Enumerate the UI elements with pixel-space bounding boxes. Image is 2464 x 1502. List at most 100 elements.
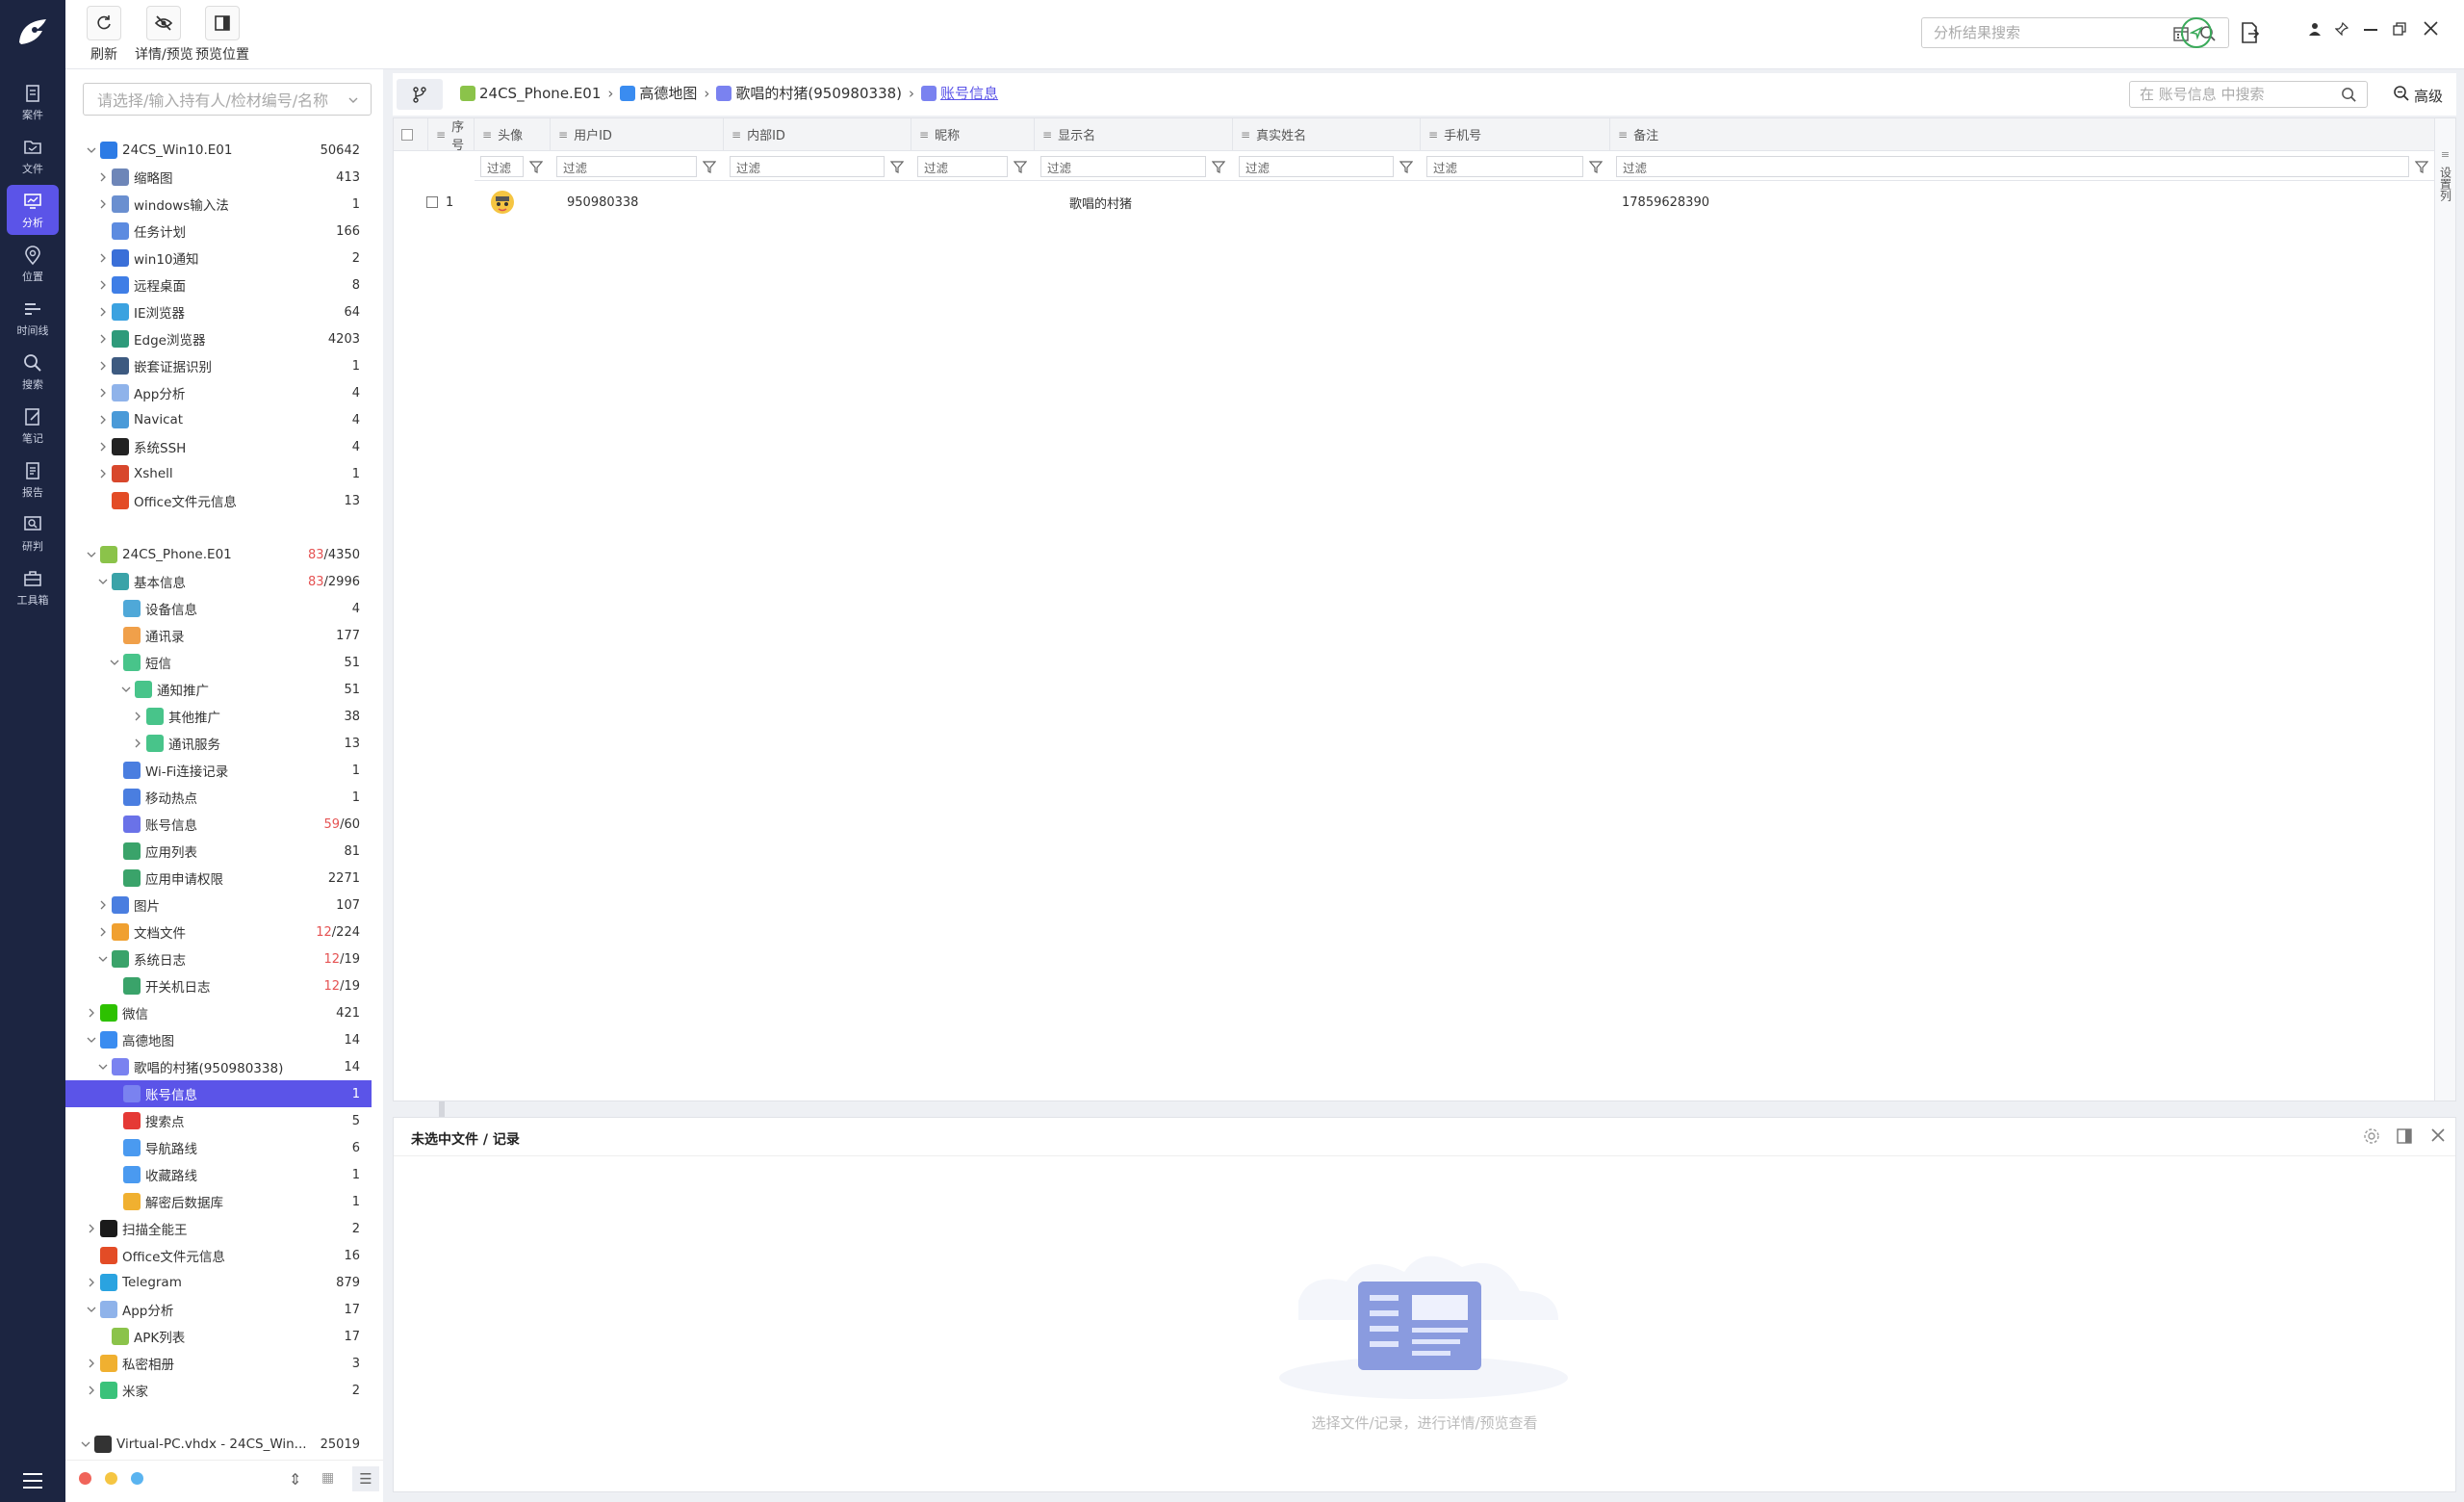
user-icon[interactable]	[2308, 21, 2322, 39]
chevron-right-icon[interactable]	[85, 1357, 98, 1370]
chevron-down-icon[interactable]	[96, 952, 110, 966]
chevron-right-icon[interactable]	[96, 251, 110, 265]
breadcrumb-item[interactable]: 歌唱的村猪(950980338)	[716, 83, 902, 103]
tree-item[interactable]: 私密相册 3	[65, 1350, 372, 1377]
row-checkbox[interactable]	[426, 188, 438, 217]
tree-item[interactable]: App分析 4	[65, 379, 372, 406]
rail-item-note[interactable]: 笔记	[7, 401, 59, 451]
tree-item[interactable]: Office文件元信息 16	[65, 1242, 372, 1269]
tree-item[interactable]: 高德地图 14	[65, 1026, 372, 1053]
tree-item[interactable]: 导航路线 6	[65, 1134, 372, 1161]
tree-item[interactable]: 米家 2	[65, 1377, 372, 1404]
layout-panel-icon[interactable]	[2396, 1127, 2413, 1149]
rail-item-report[interactable]: 报告	[7, 454, 59, 505]
tree-item[interactable]: 应用列表 81	[65, 838, 372, 865]
tree-item[interactable]: windows输入法 1	[65, 191, 372, 218]
chevron-right-icon[interactable]	[85, 1384, 98, 1397]
tree-item[interactable]: Office文件元信息 13	[65, 487, 372, 514]
tree-item[interactable]: 短信 51	[65, 649, 372, 676]
chevron-down-icon[interactable]	[85, 1303, 98, 1316]
table-search-input[interactable]	[2130, 82, 2323, 107]
advanced-search-button[interactable]: 高级	[2393, 85, 2443, 106]
rail-item-judge[interactable]: 研判	[7, 508, 59, 558]
tree-item[interactable]: IE浏览器 64	[65, 298, 372, 325]
tree-item[interactable]: 基本信息 83/2996	[65, 568, 372, 595]
tree-item[interactable]: Wi-Fi连接记录 1	[65, 757, 372, 784]
chevron-right-icon[interactable]	[96, 170, 110, 184]
chevron-right-icon[interactable]	[96, 197, 110, 211]
chevron-down-icon[interactable]	[108, 656, 121, 669]
tree-item[interactable]: 24CS_Phone.E01 83/4350	[65, 541, 372, 568]
tree-item[interactable]: APK列表 17	[65, 1323, 372, 1350]
export-icon[interactable]	[2239, 21, 2260, 48]
breadcrumb-item[interactable]: 24CS_Phone.E01	[460, 85, 601, 102]
list-view-icon[interactable]: ☰	[352, 1466, 379, 1491]
refresh-button[interactable]: 刷新	[87, 6, 121, 64]
rail-item-search[interactable]: 搜索	[7, 347, 59, 397]
tree-item[interactable]: 通知推广 51	[65, 676, 372, 703]
tree-item[interactable]: 其他推广 38	[65, 703, 372, 730]
tree-item[interactable]: 缩略图 413	[65, 164, 372, 191]
chevron-right-icon[interactable]	[96, 898, 110, 912]
chevron-right-icon[interactable]	[96, 386, 110, 400]
chevron-right-icon[interactable]	[96, 359, 110, 373]
chevron-down-icon[interactable]	[119, 683, 133, 696]
settings-icon[interactable]	[2363, 1127, 2380, 1149]
breadcrumb-item[interactable]: 高德地图	[620, 83, 697, 103]
tree-item[interactable]: win10通知 2	[65, 245, 372, 272]
chevron-right-icon[interactable]	[85, 1222, 98, 1235]
evidence-select[interactable]: 请选择/输入持有人/检材编号/名称	[83, 83, 372, 116]
chevron-right-icon[interactable]	[96, 332, 110, 346]
tree-item[interactable]: App分析 17	[65, 1296, 372, 1323]
rail-item-timeline[interactable]: 时间线	[7, 293, 59, 343]
tree-item[interactable]: 远程桌面 8	[65, 272, 372, 298]
tree-item[interactable]: 解密后数据库 1	[65, 1188, 372, 1215]
tree-item[interactable]: 文档文件 12/224	[65, 919, 372, 945]
chevron-down-icon[interactable]	[85, 548, 98, 561]
tree-item[interactable]: 开关机日志 12/19	[65, 972, 372, 999]
chevron-right-icon[interactable]	[96, 440, 110, 453]
status-ok-icon[interactable]	[2181, 17, 2212, 48]
chevron-right-icon[interactable]	[85, 1006, 98, 1020]
tree-item[interactable]: 图片 107	[65, 892, 372, 919]
chevron-down-icon[interactable]	[85, 1033, 98, 1047]
tree-item[interactable]: 收藏路线 1	[65, 1161, 372, 1188]
tree-item[interactable]: 歌唱的村猪(950980338) 14	[65, 1053, 372, 1080]
set-columns-button[interactable]: ≡ 设置列	[2434, 118, 2455, 1101]
tree-item[interactable]: 扫描全能王 2	[65, 1215, 372, 1242]
tree-item[interactable]: 应用申请权限 2271	[65, 865, 372, 892]
tree-item[interactable]: 通讯服务 13	[65, 730, 372, 757]
tree-item[interactable]: Telegram 879	[65, 1269, 372, 1296]
chevron-right-icon[interactable]	[96, 925, 110, 939]
tree-item[interactable]: Navicat 4	[65, 406, 372, 433]
chevron-right-icon[interactable]	[85, 1276, 98, 1289]
branch-icon[interactable]	[397, 79, 443, 110]
tree-item[interactable]: 系统日志 12/19	[65, 945, 372, 972]
tree-item[interactable]: Edge浏览器 4203	[65, 325, 372, 352]
chevron-right-icon[interactable]	[96, 413, 110, 427]
tree-item[interactable]: 系统SSH 4	[65, 433, 372, 460]
pin-icon[interactable]	[2334, 21, 2349, 39]
global-search-input[interactable]	[1922, 18, 2153, 47]
tree-item[interactable]: 账号信息 59/60	[65, 811, 372, 838]
rail-item-location-pin[interactable]: 位置	[7, 239, 59, 289]
chevron-down-icon[interactable]	[96, 1060, 110, 1074]
rail-item-folder[interactable]: 文件	[7, 131, 59, 181]
chevron-right-icon[interactable]	[96, 467, 110, 480]
chevron-right-icon[interactable]	[131, 737, 144, 750]
tree-item[interactable]: 搜索点 5	[65, 1107, 372, 1134]
table-row[interactable]: 1 950980338 歌唱的村猪 17859628390	[394, 118, 2434, 224]
chevron-down-icon[interactable]	[96, 575, 110, 588]
chevron-right-icon[interactable]	[131, 710, 144, 723]
rail-item-toolbox[interactable]: 工具箱	[7, 562, 59, 612]
chevron-right-icon[interactable]	[96, 305, 110, 319]
restore-icon[interactable]	[2393, 21, 2406, 39]
tree-item[interactable]: 账号信息 1	[65, 1080, 372, 1107]
tree-item[interactable]: 微信 421	[65, 999, 372, 1026]
tree-item[interactable]: 24CS_Win10.E01 50642	[65, 137, 372, 164]
close-icon[interactable]	[2430, 1127, 2446, 1147]
tree-item[interactable]: Xshell 1	[65, 460, 372, 487]
chevron-down-icon[interactable]	[85, 143, 98, 157]
tree-item[interactable]: 设备信息 4	[65, 595, 372, 622]
tree-item[interactable]: 移动热点 1	[65, 784, 372, 811]
